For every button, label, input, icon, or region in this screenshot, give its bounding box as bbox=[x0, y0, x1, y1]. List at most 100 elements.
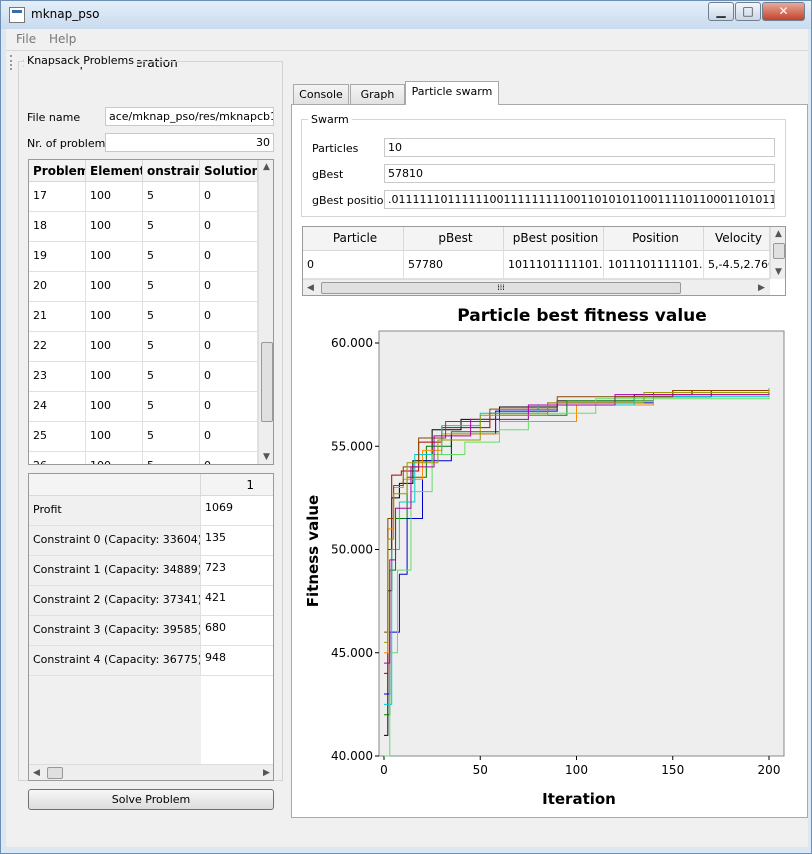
col-header-velocity[interactable]: Velocity bbox=[704, 227, 770, 251]
problem-cell[interactable]: 20 bbox=[29, 272, 86, 302]
scroll-thumb[interactable] bbox=[261, 342, 273, 422]
col-header-constraints[interactable]: onstraint bbox=[143, 160, 200, 182]
col-header-elements[interactable]: Elements bbox=[86, 160, 143, 182]
problem-cell[interactable]: 0 bbox=[200, 392, 258, 422]
problem-cell[interactable]: 5 bbox=[143, 272, 200, 302]
close-button[interactable]: ✕ bbox=[762, 2, 805, 21]
problem-cell[interactable]: 22 bbox=[29, 332, 86, 362]
menu-help[interactable]: Help bbox=[49, 32, 76, 46]
tab-graph[interactable]: Graph bbox=[350, 84, 405, 104]
col-header-position[interactable]: Position bbox=[604, 227, 704, 251]
problem-cell[interactable]: 24 bbox=[29, 392, 86, 422]
result-value-cell[interactable]: 1069 bbox=[201, 496, 273, 526]
particles-table[interactable]: Particle pBest pBest position Position V… bbox=[302, 226, 786, 296]
problem-cell[interactable]: 100 bbox=[86, 422, 143, 452]
scroll-up-icon[interactable]: ▲ bbox=[263, 162, 270, 172]
result-value-cell[interactable]: 948 bbox=[201, 646, 273, 676]
result-hscrollbar[interactable]: ◀ ▶ bbox=[29, 764, 273, 780]
problem-cell[interactable]: 17 bbox=[29, 182, 86, 212]
result-row-header[interactable]: Constraint 2 (Capacity: 37341) bbox=[29, 586, 201, 616]
col-header-pbest-position[interactable]: pBest position bbox=[504, 227, 604, 251]
problem-cell[interactable]: 100 bbox=[86, 272, 143, 302]
col-header-problem[interactable]: Problem bbox=[29, 160, 86, 182]
result-row-header[interactable]: Profit bbox=[29, 496, 201, 526]
scroll-down-icon[interactable]: ▼ bbox=[263, 452, 270, 462]
problem-cell[interactable]: 100 bbox=[86, 392, 143, 422]
col-header-pbest[interactable]: pBest bbox=[404, 227, 504, 251]
result-col-header[interactable]: 1 bbox=[201, 474, 273, 496]
result-row-header[interactable]: Constraint 0 (Capacity: 33604) bbox=[29, 526, 201, 556]
tab-particle-swarm[interactable]: Particle swarm bbox=[405, 81, 499, 105]
problem-cell[interactable]: 100 bbox=[86, 242, 143, 272]
gbest-position-field[interactable]: .011111101111110011111111100110101011001… bbox=[384, 190, 775, 209]
maximize-button[interactable]: □ bbox=[735, 2, 761, 21]
minimize-button[interactable]: ▁ bbox=[708, 2, 734, 21]
menu-file[interactable]: File bbox=[16, 32, 36, 46]
hscroll-thumb[interactable]: ⁞⁞⁞ bbox=[321, 282, 681, 294]
problem-cell[interactable]: 100 bbox=[86, 362, 143, 392]
scroll-right-icon[interactable]: ▶ bbox=[758, 283, 765, 293]
problem-cell[interactable]: 100 bbox=[86, 212, 143, 242]
tab-console[interactable]: Console bbox=[293, 84, 349, 104]
problem-cell[interactable]: 0 bbox=[200, 302, 258, 332]
problem-cell[interactable]: 0 bbox=[200, 452, 258, 464]
problem-cell[interactable]: 5 bbox=[143, 422, 200, 452]
problem-cell[interactable]: 0 bbox=[200, 182, 258, 212]
result-value-cell[interactable]: 421 bbox=[201, 586, 273, 616]
problem-cell[interactable]: 21 bbox=[29, 302, 86, 332]
problems-table[interactable]: Problem Elements onstraint Solution 1710… bbox=[28, 159, 274, 465]
hscroll-thumb[interactable] bbox=[47, 767, 63, 779]
scroll-down-icon[interactable]: ▼ bbox=[775, 267, 782, 277]
result-table[interactable]: 1 Profit 1069 Constraint 0 (Capacity: 3360… bbox=[28, 473, 274, 781]
problem-cell[interactable]: 5 bbox=[143, 242, 200, 272]
problem-cell[interactable]: 18 bbox=[29, 212, 86, 242]
problem-cell[interactable]: 0 bbox=[200, 332, 258, 362]
toolbar-grip[interactable] bbox=[10, 55, 13, 70]
problem-cell[interactable]: 0 bbox=[200, 272, 258, 302]
problem-cell[interactable]: 5 bbox=[143, 452, 200, 464]
problem-cell[interactable]: 0 bbox=[200, 422, 258, 452]
col-header-solution[interactable]: Solution bbox=[200, 160, 258, 182]
problem-cell[interactable]: 5 bbox=[143, 332, 200, 362]
problem-cell[interactable]: 26 bbox=[29, 452, 86, 464]
problem-cell[interactable]: 100 bbox=[86, 452, 143, 464]
result-value-cell[interactable]: 723 bbox=[201, 556, 273, 586]
problem-cell[interactable]: 100 bbox=[86, 332, 143, 362]
particles-field[interactable]: 10 bbox=[384, 138, 775, 157]
vscroll-thumb[interactable] bbox=[773, 243, 785, 259]
nr-problems-field[interactable]: 30 bbox=[105, 133, 274, 152]
particle-cell[interactable]: 0 bbox=[303, 251, 404, 279]
problem-cell[interactable]: 0 bbox=[200, 242, 258, 272]
result-row-header[interactable]: Constraint 3 (Capacity: 39585) bbox=[29, 616, 201, 646]
problem-cell[interactable]: 100 bbox=[86, 182, 143, 212]
problem-cell[interactable]: 100 bbox=[86, 302, 143, 332]
problem-cell[interactable]: 23 bbox=[29, 362, 86, 392]
result-value-cell[interactable]: 680 bbox=[201, 616, 273, 646]
pbest-position-cell[interactable]: 1011101111101... bbox=[504, 251, 604, 279]
particles-vscrollbar[interactable]: ▲ ▼ bbox=[770, 227, 785, 279]
gbest-field[interactable]: 57810 bbox=[384, 164, 775, 183]
pbest-cell[interactable]: 57780 bbox=[404, 251, 504, 279]
problems-scrollbar[interactable]: ▲ ▼ bbox=[258, 160, 273, 464]
result-row-header[interactable]: Constraint 1 (Capacity: 34889) bbox=[29, 556, 201, 586]
file-name-field[interactable]: ace/mknap_pso/res/mknapcb1.txt bbox=[105, 107, 274, 126]
problem-cell[interactable]: 0 bbox=[200, 212, 258, 242]
problem-cell[interactable]: 5 bbox=[143, 392, 200, 422]
result-row-header[interactable]: Constraint 4 (Capacity: 36775) bbox=[29, 646, 201, 676]
problem-cell[interactable]: 19 bbox=[29, 242, 86, 272]
problem-cell[interactable]: 5 bbox=[143, 212, 200, 242]
scroll-up-icon[interactable]: ▲ bbox=[775, 229, 782, 239]
scroll-right-icon[interactable]: ▶ bbox=[263, 768, 270, 778]
col-header-particle[interactable]: Particle bbox=[303, 227, 404, 251]
problem-cell[interactable]: 5 bbox=[143, 182, 200, 212]
result-value-cell[interactable]: 135 bbox=[201, 526, 273, 556]
scroll-left-icon[interactable]: ◀ bbox=[33, 768, 40, 778]
problem-cell[interactable]: 0 bbox=[200, 362, 258, 392]
velocity-cell[interactable]: 5,-4.5,2.7601 bbox=[704, 251, 770, 279]
problem-cell[interactable]: 5 bbox=[143, 302, 200, 332]
scroll-left-icon[interactable]: ◀ bbox=[307, 283, 314, 293]
position-cell[interactable]: 1011101111101... bbox=[604, 251, 704, 279]
problem-cell[interactable]: 25 bbox=[29, 422, 86, 452]
solve-problem-button[interactable]: Solve Problem bbox=[28, 789, 274, 810]
problem-cell[interactable]: 5 bbox=[143, 362, 200, 392]
